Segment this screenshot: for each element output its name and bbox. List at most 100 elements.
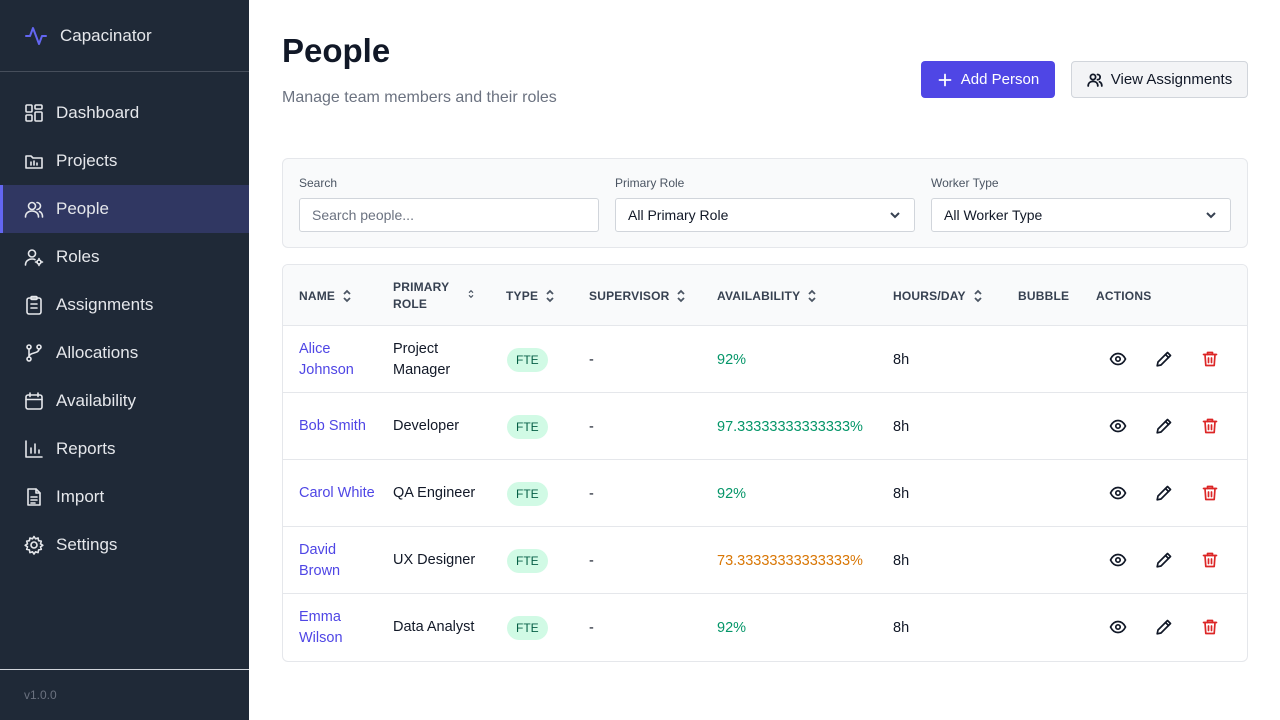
brand[interactable]: Capacinator	[0, 0, 249, 72]
delete-trash-icon[interactable]	[1201, 417, 1219, 435]
plus-icon	[937, 72, 953, 88]
column-header-availability[interactable]: AVAILABILITY	[717, 265, 818, 326]
supervisor-cell: -	[589, 552, 594, 569]
supervisor-cell: -	[589, 485, 594, 502]
chevron-down-icon	[888, 208, 902, 222]
edit-pencil-icon[interactable]	[1155, 350, 1173, 368]
table-row: Alice Johnson Project Manager FTE - 92% …	[283, 326, 1247, 393]
sidebar-item-dashboard[interactable]: Dashboard	[0, 89, 249, 137]
search-label: Search	[299, 176, 338, 190]
sidebar: Capacinator Dashboard Projects People Ro…	[0, 0, 249, 720]
table-row: Emma Wilson Data Analyst FTE - 92% 8h	[283, 594, 1247, 661]
sidebar-item-label: People	[56, 199, 109, 218]
type-badge: FTE	[507, 548, 548, 573]
projects-icon	[24, 151, 44, 171]
roles-icon	[24, 247, 44, 267]
version-label: v1.0.0	[0, 669, 249, 720]
availability-cell: 92%	[717, 351, 747, 368]
column-header-primary-role[interactable]: PRIMARY ROLE	[393, 265, 474, 326]
edit-pencil-icon[interactable]	[1155, 484, 1173, 502]
primary-role-select[interactable]: All Primary Role	[615, 198, 915, 232]
people-icon	[1087, 72, 1103, 88]
edit-pencil-icon[interactable]	[1155, 618, 1173, 636]
search-filter: Search	[299, 176, 599, 232]
view-eye-icon[interactable]	[1109, 417, 1127, 435]
app-name: Capacinator	[60, 25, 152, 45]
view-assignments-label: View Assignments	[1110, 71, 1233, 88]
view-eye-icon[interactable]	[1109, 350, 1127, 368]
column-header-type[interactable]: TYPE	[506, 265, 556, 326]
sidebar-item-roles[interactable]: Roles	[0, 233, 249, 281]
assignments-icon	[24, 295, 44, 315]
delete-trash-icon[interactable]	[1201, 484, 1219, 502]
person-name-link[interactable]: Carol White	[299, 460, 379, 527]
table-header: NAME PRIMARY ROLE TYPE SUPERVISOR AVAILA…	[283, 265, 1247, 326]
sidebar-item-label: Roles	[56, 247, 100, 266]
delete-trash-icon[interactable]	[1201, 350, 1219, 368]
page-subtitle: Manage team members and their roles	[282, 89, 557, 106]
hours-cell: 8h	[893, 418, 910, 435]
type-badge: FTE	[507, 481, 548, 506]
sort-icon	[341, 289, 353, 303]
sidebar-item-import[interactable]: Import	[0, 473, 249, 521]
sidebar-item-allocations[interactable]: Allocations	[0, 329, 249, 377]
primary-role-cell: UX Designer	[393, 552, 476, 568]
allocations-icon	[24, 343, 44, 363]
sidebar-item-label: Reports	[56, 439, 116, 458]
table-body: Alice Johnson Project Manager FTE - 92% …	[283, 326, 1247, 661]
availability-cell: 97.33333333333333%	[717, 418, 863, 435]
sidebar-nav: Dashboard Projects People Roles Assignme…	[0, 89, 249, 569]
pulse-logo-icon	[24, 24, 48, 48]
hours-cell: 8h	[893, 351, 910, 368]
primary-role-filter: Primary Role All Primary Role	[615, 176, 915, 232]
add-person-button[interactable]: Add Person	[921, 61, 1055, 98]
sort-icon	[806, 289, 818, 303]
sidebar-item-label: Allocations	[56, 343, 139, 362]
sidebar-item-label: Import	[56, 487, 105, 506]
type-badge: FTE	[507, 347, 548, 372]
table-row: Carol White QA Engineer FTE - 92% 8h	[283, 460, 1247, 527]
supervisor-cell: -	[589, 351, 594, 368]
sidebar-item-label: Dashboard	[56, 103, 140, 122]
person-name-link[interactable]: David Brown	[299, 527, 379, 594]
edit-pencil-icon[interactable]	[1155, 417, 1173, 435]
column-header-name[interactable]: NAME	[299, 265, 353, 326]
primary-role-cell: Data Analyst	[393, 619, 475, 635]
chevron-down-icon	[1204, 208, 1218, 222]
sidebar-item-reports[interactable]: Reports	[0, 425, 249, 473]
sort-icon	[675, 289, 687, 303]
primary-role-value: All Primary Role	[628, 207, 729, 223]
edit-pencil-icon[interactable]	[1155, 551, 1173, 569]
reports-icon	[24, 439, 44, 459]
view-eye-icon[interactable]	[1109, 551, 1127, 569]
table-row: Bob Smith Developer FTE - 97.33333333333…	[283, 393, 1247, 460]
hours-cell: 8h	[893, 619, 910, 636]
search-input[interactable]	[299, 198, 599, 232]
delete-trash-icon[interactable]	[1201, 618, 1219, 636]
column-header-supervisor[interactable]: SUPERVISOR	[589, 265, 687, 326]
person-name-link[interactable]: Alice Johnson	[299, 326, 379, 393]
type-badge: FTE	[507, 615, 548, 640]
sidebar-item-label: Settings	[56, 535, 118, 554]
column-label: TYPE	[506, 288, 539, 303]
delete-trash-icon[interactable]	[1201, 551, 1219, 569]
column-header-hours-per-day[interactable]: HOURS/DAY	[893, 265, 984, 326]
primary-role-label: Primary Role	[615, 176, 685, 190]
view-eye-icon[interactable]	[1109, 618, 1127, 636]
availability-cell: 92%	[717, 485, 747, 502]
sidebar-item-people[interactable]: People	[0, 185, 249, 233]
column-label: NAME	[299, 288, 336, 303]
hours-cell: 8h	[893, 485, 910, 502]
person-name-link[interactable]: Emma Wilson	[299, 594, 379, 661]
view-eye-icon[interactable]	[1109, 484, 1127, 502]
sidebar-item-availability[interactable]: Availability	[0, 377, 249, 425]
sidebar-item-settings[interactable]: Settings	[0, 521, 249, 569]
worker-type-select[interactable]: All Worker Type	[931, 198, 1231, 232]
view-assignments-button[interactable]: View Assignments	[1071, 61, 1248, 98]
sidebar-item-projects[interactable]: Projects	[0, 137, 249, 185]
person-name-link[interactable]: Bob Smith	[299, 393, 379, 460]
table-row: David Brown UX Designer FTE - 73.3333333…	[283, 527, 1247, 594]
sidebar-item-label: Projects	[56, 151, 118, 170]
sidebar-item-assignments[interactable]: Assignments	[0, 281, 249, 329]
availability-cell: 73.33333333333333%	[717, 552, 863, 569]
